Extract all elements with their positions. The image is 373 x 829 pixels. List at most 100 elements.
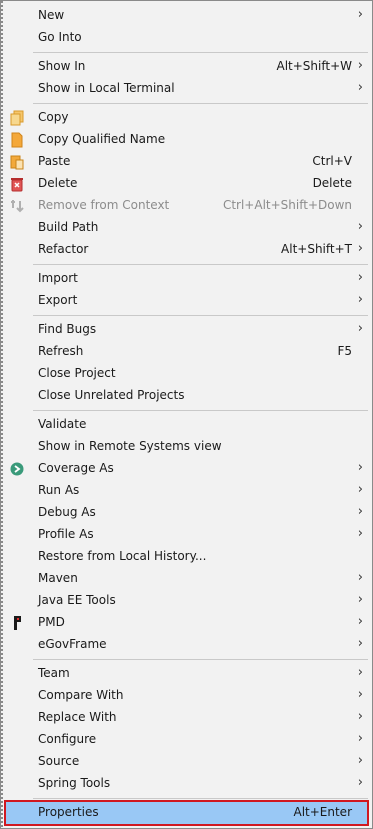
menu-separator — [33, 798, 368, 799]
chevron-right-icon: › — [357, 58, 363, 73]
menu-item-label: Spring Tools — [38, 776, 111, 790]
menu-item-label: Import — [38, 271, 78, 285]
menu-item-label: Maven — [38, 571, 78, 585]
chevron-right-icon: › — [357, 504, 363, 519]
chevron-right-icon: › — [357, 241, 363, 256]
chevron-right-icon: › — [357, 753, 363, 768]
menu-item-shortcut: Alt+Shift+W — [276, 59, 353, 73]
menu-item-shortcut: Ctrl+V — [312, 154, 352, 168]
menu-item-label: Restore from Local History... — [38, 549, 207, 563]
delete-icon — [9, 176, 25, 192]
menu-item-show-in-local-terminal[interactable]: Show in Local Terminal › — [3, 78, 370, 100]
menu-item-label: Validate — [38, 417, 87, 431]
menu-item-properties[interactable]: Properties Alt+Enter — [4, 800, 369, 826]
menu-item-show-in-remote-systems-view[interactable]: Show in Remote Systems view — [3, 436, 370, 458]
chevron-right-icon: › — [357, 526, 363, 541]
chevron-right-icon: › — [357, 731, 363, 746]
chevron-right-icon: › — [357, 460, 363, 475]
chevron-right-icon: › — [357, 636, 363, 651]
chevron-right-icon: › — [357, 665, 363, 680]
menu-item-refactor[interactable]: Refactor Alt+Shift+T › — [3, 239, 370, 261]
menu-item-export[interactable]: Export › — [3, 290, 370, 312]
menu-item-label: Show in Local Terminal — [38, 81, 175, 95]
menu-item-remove-from-context: Remove from Context Ctrl+Alt+Shift+Down — [3, 195, 370, 217]
menu-item-label: Properties — [38, 805, 99, 819]
menu-item-label: Show in Remote Systems view — [38, 439, 222, 453]
menu-item-label: Refactor — [38, 242, 89, 256]
menu-item-label: Profile As — [38, 527, 94, 541]
menu-item-maven[interactable]: Maven › — [3, 568, 370, 590]
menu-item-delete[interactable]: Delete Delete — [3, 173, 370, 195]
menu-item-shortcut: Ctrl+Alt+Shift+Down — [222, 198, 352, 212]
menu-item-pmd[interactable]: PMD › — [3, 612, 370, 634]
chevron-right-icon: › — [357, 570, 363, 585]
menu-item-configure[interactable]: Configure › — [3, 729, 370, 751]
chevron-right-icon: › — [357, 219, 363, 234]
menu-item-label: Replace With — [38, 710, 117, 724]
copy-icon — [9, 110, 25, 126]
menu-item-paste[interactable]: Paste Ctrl+V — [3, 151, 370, 173]
menu-item-label: New — [38, 8, 65, 22]
chevron-right-icon: › — [357, 592, 363, 607]
menu-item-label: Delete — [38, 176, 78, 190]
menu-item-replace-with[interactable]: Replace With › — [3, 707, 370, 729]
pmd-icon — [9, 615, 25, 631]
menu-item-label: Close Project — [38, 366, 116, 380]
menu-item-label: Coverage As — [38, 461, 114, 475]
menu-item-build-path[interactable]: Build Path › — [3, 217, 370, 239]
menu-item-find-bugs[interactable]: Find Bugs › — [3, 319, 370, 341]
chevron-right-icon: › — [357, 292, 363, 307]
menu-item-label: Close Unrelated Projects — [38, 388, 185, 402]
chevron-right-icon: › — [357, 270, 363, 285]
menu-item-label: Copy Qualified Name — [38, 132, 166, 146]
menu-item-label: Refresh — [38, 344, 84, 358]
menu-separator — [33, 315, 368, 316]
menu-item-copy[interactable]: Copy — [3, 107, 370, 129]
context-menu: New › Go Into Show In Alt+Shift+W › Show in Lo… — [0, 0, 373, 829]
menu-item-shortcut: F5 — [337, 344, 352, 358]
menu-item-new[interactable]: New › — [3, 5, 370, 27]
menu-item-label: Export — [38, 293, 78, 307]
menu-item-go-into[interactable]: Go Into — [3, 27, 370, 49]
menu-separator — [33, 410, 368, 411]
menu-item-restore-from-local-history[interactable]: Restore from Local History... — [3, 546, 370, 568]
chevron-right-icon: › — [357, 614, 363, 629]
menu-item-java-ee-tools[interactable]: Java EE Tools › — [3, 590, 370, 612]
menu-item-import[interactable]: Import › — [3, 268, 370, 290]
menu-item-shortcut: Alt+Enter — [293, 805, 352, 819]
menu-item-label: Team — [38, 666, 70, 680]
chevron-right-icon: › — [357, 482, 363, 497]
menu-item-source[interactable]: Source › — [3, 751, 370, 773]
menu-item-close-unrelated-projects[interactable]: Close Unrelated Projects — [3, 385, 370, 407]
chevron-right-icon: › — [357, 321, 363, 336]
paste-icon — [9, 154, 25, 170]
menu-separator — [33, 52, 368, 53]
menu-item-debug-as[interactable]: Debug As › — [3, 502, 370, 524]
menu-item-compare-with[interactable]: Compare With › — [3, 685, 370, 707]
menu-item-validate[interactable]: Validate — [3, 414, 370, 436]
menu-item-label: Source — [38, 754, 80, 768]
menu-item-run-as[interactable]: Run As › — [3, 480, 370, 502]
menu-item-egovframe[interactable]: eGovFrame › — [3, 634, 370, 656]
menu-item-show-in[interactable]: Show In Alt+Shift+W › — [3, 56, 370, 78]
menu-item-label: Compare With — [38, 688, 124, 702]
menu-item-label: Paste — [38, 154, 71, 168]
chevron-right-icon: › — [357, 687, 363, 702]
menu-item-label: PMD — [38, 615, 65, 629]
menu-item-label: Remove from Context — [38, 198, 170, 212]
menu-item-spring-tools[interactable]: Spring Tools › — [3, 773, 370, 795]
menu-item-close-project[interactable]: Close Project — [3, 363, 370, 385]
menu-item-shortcut: Alt+Shift+T — [281, 242, 352, 256]
chevron-right-icon: › — [357, 775, 363, 790]
menu-item-label: Build Path — [38, 220, 99, 234]
remove-from-context-icon — [9, 198, 25, 214]
menu-item-coverage-as[interactable]: Coverage As › — [3, 458, 370, 480]
menu-item-team[interactable]: Team › — [3, 663, 370, 685]
menu-item-shortcut: Delete — [312, 176, 352, 190]
menu-item-refresh[interactable]: Refresh F5 — [3, 341, 370, 363]
menu-item-label: Find Bugs — [38, 322, 97, 336]
menu-separator — [33, 659, 368, 660]
menu-item-copy-qualified-name[interactable]: Copy Qualified Name — [3, 129, 370, 151]
menu-item-profile-as[interactable]: Profile As › — [3, 524, 370, 546]
menu-item-label: eGovFrame — [38, 637, 107, 651]
